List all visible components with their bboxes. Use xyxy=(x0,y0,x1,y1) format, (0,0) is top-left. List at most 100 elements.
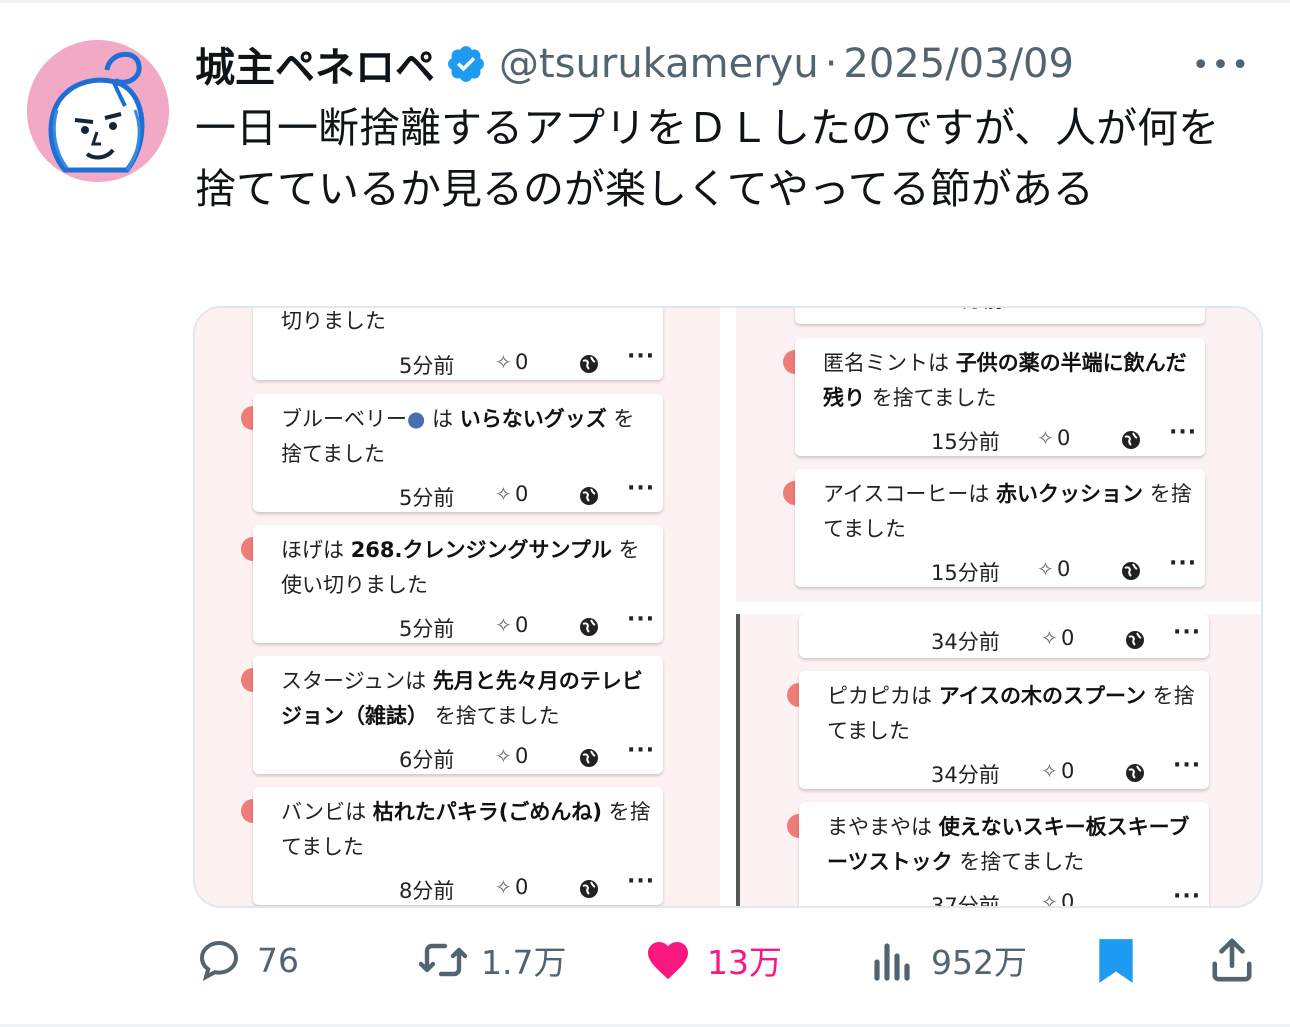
post-meta: 5分前 ✧ 0 ··· xyxy=(253,607,663,643)
globe-icon xyxy=(1126,764,1144,782)
sparkle-icon[interactable]: ✧ xyxy=(495,744,512,768)
post-card: 11分前 ✧ 0 ··· xyxy=(795,306,1205,324)
views-count: 952万 xyxy=(931,943,1027,982)
post-card: まやまやは 使えないスキー板スキーブーツストック を捨てました 37分前 ✧ 0… xyxy=(799,802,1209,908)
views-button[interactable]: 952万 xyxy=(871,930,1027,990)
bookmark-button[interactable] xyxy=(1095,930,1137,990)
post-time: 37分前 xyxy=(931,894,1000,908)
more-horizontal-icon[interactable]: ••• xyxy=(1192,48,1251,83)
post-card: バンビは 枯れたパキラ(ごめんね) を捨てました 8分前 ✧ 0 ··· xyxy=(253,787,663,905)
post-text: ピカピカは アイスの木のスプーン を捨てました xyxy=(827,684,1195,743)
sparkle-count: 0 xyxy=(1057,557,1071,581)
globe-icon xyxy=(580,880,598,898)
tweet-header: 城主ペネロペ @tsurukameryu · 2025/03/09 ••• xyxy=(195,36,1255,92)
post-card: ピカピカは アイスの木のスプーン を捨てました 34分前 ✧ 0 ··· xyxy=(799,671,1209,789)
sparkle-count: 0 xyxy=(515,744,529,768)
post-time: 5分前 xyxy=(399,617,455,641)
sparkle-count: 0 xyxy=(1057,306,1070,308)
post-card: ブルーベリー● は いらないグッズ を捨てました 5分前 ✧ 0 ··· xyxy=(253,394,663,512)
post-meta: 37分前 ✧ 0 ··· xyxy=(799,884,1209,908)
display-name[interactable]: 城主ペネロペ xyxy=(195,35,435,93)
like-icon xyxy=(648,942,688,980)
post-more-icon[interactable]: ··· xyxy=(627,344,655,369)
post-card: アイスコーヒーは 赤いクッション を捨てました 15分前 ✧ 0 ··· xyxy=(795,469,1205,587)
retweet-count: 1.7万 xyxy=(481,943,567,982)
post-card: 34分前 ✧ 0 ··· xyxy=(799,614,1209,658)
avatar-illustration xyxy=(27,40,169,182)
post-meta: 34分前 ✧ 0 ··· xyxy=(799,620,1209,656)
globe-icon xyxy=(580,618,598,636)
post-card: 切りました 5分前 ✧ 0 ··· xyxy=(253,308,663,380)
globe-icon xyxy=(580,355,598,373)
post-more-icon[interactable]: ··· xyxy=(1173,884,1201,906)
sparkle-count: 0 xyxy=(1061,890,1075,908)
sparkle-icon[interactable]: ✧ xyxy=(1037,557,1054,581)
post-card: 匿名ミントは 子供の薬の半端に飲んだ残り を捨てました 15分前 ✧ 0 ··· xyxy=(795,338,1205,456)
sparkle-count: 0 xyxy=(515,613,529,637)
reply-icon xyxy=(199,940,239,982)
sparkle-icon[interactable]: ✧ xyxy=(495,613,512,637)
top-divider xyxy=(0,0,1290,3)
tweet-date[interactable]: 2025/03/09 xyxy=(843,41,1074,87)
tweet-actions: 76 1.7万 13万 952万 xyxy=(195,930,1265,990)
tweet-media-image[interactable]: 切りました 5分前 ✧ 0 ··· ブルーベリー● は いらないグッズ を捨てま… xyxy=(193,306,1263,908)
post-more-icon[interactable]: ··· xyxy=(1169,551,1197,576)
like-button[interactable]: 13万 xyxy=(643,930,782,990)
post-more-icon[interactable]: ··· xyxy=(1169,420,1197,445)
reply-button[interactable]: 76 xyxy=(195,930,299,990)
post-time: 15分前 xyxy=(931,561,1000,585)
post-text: 切りました xyxy=(281,309,386,333)
media-divider-line xyxy=(736,614,740,906)
post-more-icon[interactable]: ··· xyxy=(627,476,655,501)
post-text: まやまやは 使えないスキー板スキーブーツストック を捨てました xyxy=(827,815,1190,874)
sparkle-icon[interactable]: ✧ xyxy=(1041,626,1058,650)
post-meta: 11分前 ✧ 0 ··· xyxy=(795,306,1205,322)
blueberry-icon: ● xyxy=(407,407,426,431)
avatar[interactable] xyxy=(27,40,169,182)
post-text: 匿名ミントは 子供の薬の半端に飲んだ残り を捨てました xyxy=(823,351,1187,410)
verified-badge-icon[interactable] xyxy=(445,43,487,85)
post-more-icon[interactable]: ··· xyxy=(1173,620,1201,645)
sparkle-icon[interactable]: ✧ xyxy=(1037,426,1054,450)
sparkle-icon[interactable]: ✧ xyxy=(495,482,512,506)
post-text: ブルーベリー● は いらないグッズ を捨てました xyxy=(281,407,635,466)
separator: · xyxy=(824,41,838,87)
post-time: 6分前 xyxy=(399,748,455,772)
sparkle-count: 0 xyxy=(1061,626,1075,650)
sparkle-icon[interactable]: ✧ xyxy=(495,350,512,374)
share-button[interactable] xyxy=(1209,930,1255,990)
post-card: スタージュンは 先月と先々月のテレビジョン（雑誌） を捨てました 6分前 ✧ 0… xyxy=(253,656,663,774)
sparkle-count: 0 xyxy=(515,875,529,899)
post-time: 34分前 xyxy=(931,763,1000,787)
post-text: ほげは 268.クレンジングサンプル を使い切りました xyxy=(281,538,640,597)
post-text: スタージュンは 先月と先々月のテレビジョン（雑誌） を捨てました xyxy=(281,669,643,728)
sparkle-icon[interactable]: ✧ xyxy=(1041,890,1058,906)
bookmark-icon xyxy=(1099,939,1133,983)
sparkle-count: 0 xyxy=(1057,426,1071,450)
sparkle-count: 0 xyxy=(515,350,529,374)
post-more-icon[interactable]: ··· xyxy=(1173,753,1201,778)
post-time: 5分前 xyxy=(399,354,455,378)
post-more-icon[interactable]: ··· xyxy=(627,607,655,632)
retweet-button[interactable]: 1.7万 xyxy=(417,930,566,990)
sparkle-icon[interactable]: ✧ xyxy=(495,875,512,899)
post-meta: 34分前 ✧ 0 ··· xyxy=(799,753,1209,789)
post-time: 8分前 xyxy=(399,879,455,903)
post-text: バンビは 枯れたパキラ(ごめんね) を捨てました xyxy=(281,800,651,859)
post-meta: 8分前 ✧ 0 ··· xyxy=(253,869,663,905)
post-time: 5分前 xyxy=(399,486,455,510)
sparkle-icon[interactable]: ✧ xyxy=(1041,759,1058,783)
post-meta: 6分前 ✧ 0 ··· xyxy=(253,738,663,774)
post-card: ほげは 268.クレンジングサンプル を使い切りました 5分前 ✧ 0 ··· xyxy=(253,525,663,643)
post-meta: 15分前 ✧ 0 ··· xyxy=(795,551,1205,587)
handle[interactable]: @tsurukameryu xyxy=(499,41,819,87)
media-gutter xyxy=(720,308,736,906)
globe-icon xyxy=(580,749,598,767)
post-time: 34分前 xyxy=(931,630,1000,654)
share-icon xyxy=(1212,938,1252,982)
post-meta: 5分前 ✧ 0 ··· xyxy=(253,476,663,512)
globe-icon xyxy=(1122,431,1140,449)
sparkle-icon[interactable]: ✧ xyxy=(1037,306,1054,308)
post-more-icon[interactable]: ··· xyxy=(627,869,655,894)
post-more-icon[interactable]: ··· xyxy=(627,738,655,763)
